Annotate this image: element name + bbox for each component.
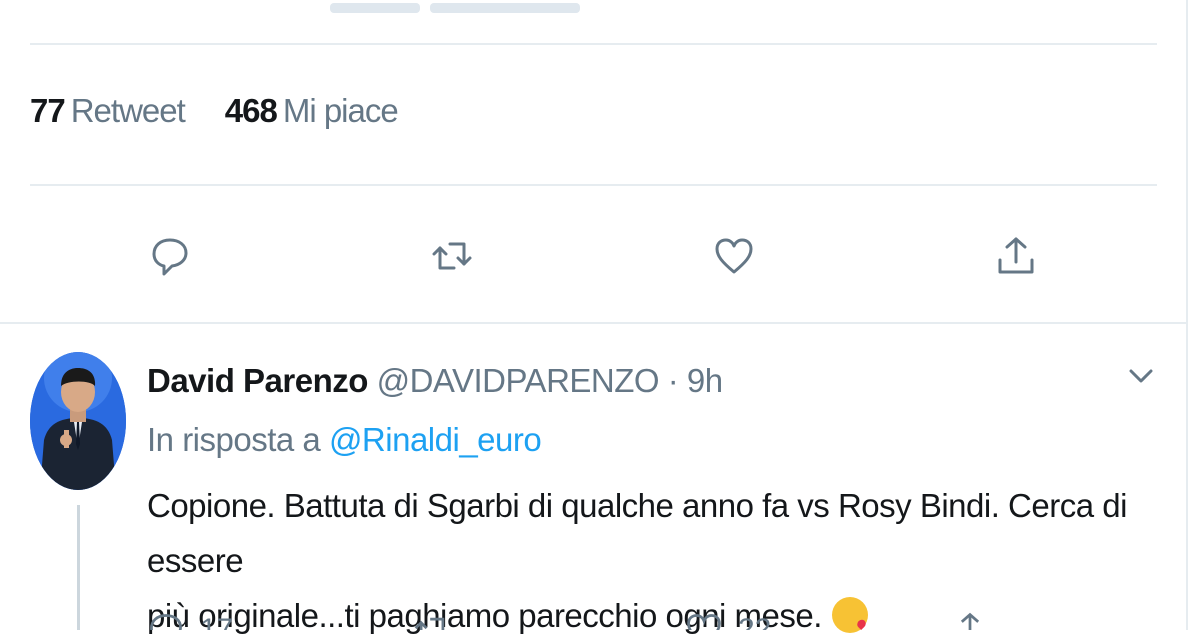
reply-count: 17	[200, 613, 234, 630]
like-icon	[715, 238, 753, 274]
like-button[interactable]: 22	[684, 610, 771, 630]
like-stat[interactable]: 468 Mi piace	[224, 92, 399, 129]
share-icon	[998, 237, 1034, 274]
reply-actions: 17 22	[0, 610, 1200, 630]
retweet-icon	[414, 617, 445, 630]
replying-prefix: In risposta a	[147, 421, 321, 458]
reply-button[interactable]	[140, 226, 200, 286]
user-photo-icon	[30, 352, 126, 490]
reply-button[interactable]: 17	[146, 610, 233, 630]
share-button[interactable]	[986, 226, 1046, 286]
divider	[30, 43, 1157, 45]
tweet-text-line: Copione. Battuta di Sgarbi di qualche an…	[147, 487, 1127, 579]
replying-to: In risposta a @Rinaldi_euro	[147, 421, 542, 459]
mention-link[interactable]: @Rinaldi_euro	[329, 421, 542, 458]
retweet-count: 77	[30, 92, 66, 129]
like-count: 468	[224, 92, 278, 129]
timeline-border	[1186, 0, 1188, 630]
chevron-down-icon	[1129, 369, 1153, 383]
reply-icon	[150, 614, 182, 630]
like-label: Mi piace	[282, 92, 399, 129]
reply-icon	[152, 238, 188, 276]
more-options-button[interactable]	[1127, 366, 1155, 386]
avatar[interactable]	[30, 352, 126, 490]
share-button[interactable]	[950, 610, 990, 630]
author-name[interactable]: David Parenzo	[147, 362, 368, 399]
retweet-icon	[432, 242, 472, 270]
separator-dot: ·	[667, 362, 679, 399]
author-handle[interactable]: @DAVIDPARENZO	[377, 362, 660, 399]
divider	[30, 184, 1157, 186]
tweet-stats: 77 Retweet 468 Mi piace	[30, 92, 399, 130]
previous-content-fade	[330, 0, 610, 14]
retweet-stat[interactable]: 77 Retweet	[30, 92, 186, 129]
share-icon	[960, 612, 980, 630]
retweet-button[interactable]	[412, 610, 452, 630]
reply-header: David Parenzo @DAVIDPARENZO · 9h	[147, 362, 723, 400]
like-icon	[687, 614, 721, 630]
retweet-button[interactable]	[422, 226, 482, 286]
tweet-timestamp[interactable]: 9h	[687, 362, 723, 399]
divider	[0, 322, 1186, 324]
like-button[interactable]	[704, 226, 764, 286]
like-count: 22	[738, 613, 772, 630]
retweet-label: Retweet	[70, 92, 186, 129]
